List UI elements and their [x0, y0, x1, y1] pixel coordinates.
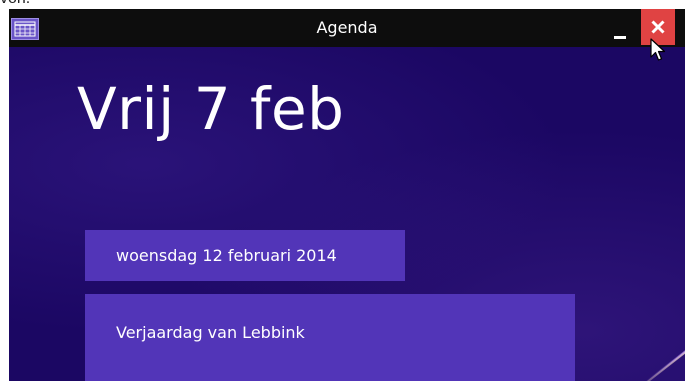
light-streak	[644, 344, 685, 381]
cropped-text: von.	[0, 0, 30, 8]
day-heading: Vrij 7 feb	[77, 75, 345, 143]
title-bar[interactable]: Agenda	[9, 9, 685, 47]
date-header-label: woensdag 12 februari 2014	[116, 246, 337, 265]
event-tile[interactable]: Verjaardag van Lebbink	[85, 294, 575, 381]
agenda-window: Agenda Vrij 7 feb woensdag 12 februari 2…	[9, 9, 685, 381]
event-title: Verjaardag van Lebbink	[116, 323, 305, 342]
close-icon	[651, 20, 665, 34]
mouse-pointer-icon	[650, 38, 666, 67]
minimize-icon	[614, 36, 626, 39]
cropped-text-strip: von.	[0, 0, 685, 9]
minimize-button[interactable]	[605, 19, 635, 45]
window-title: Agenda	[316, 18, 378, 37]
date-header-tile: woensdag 12 februari 2014	[85, 230, 405, 281]
